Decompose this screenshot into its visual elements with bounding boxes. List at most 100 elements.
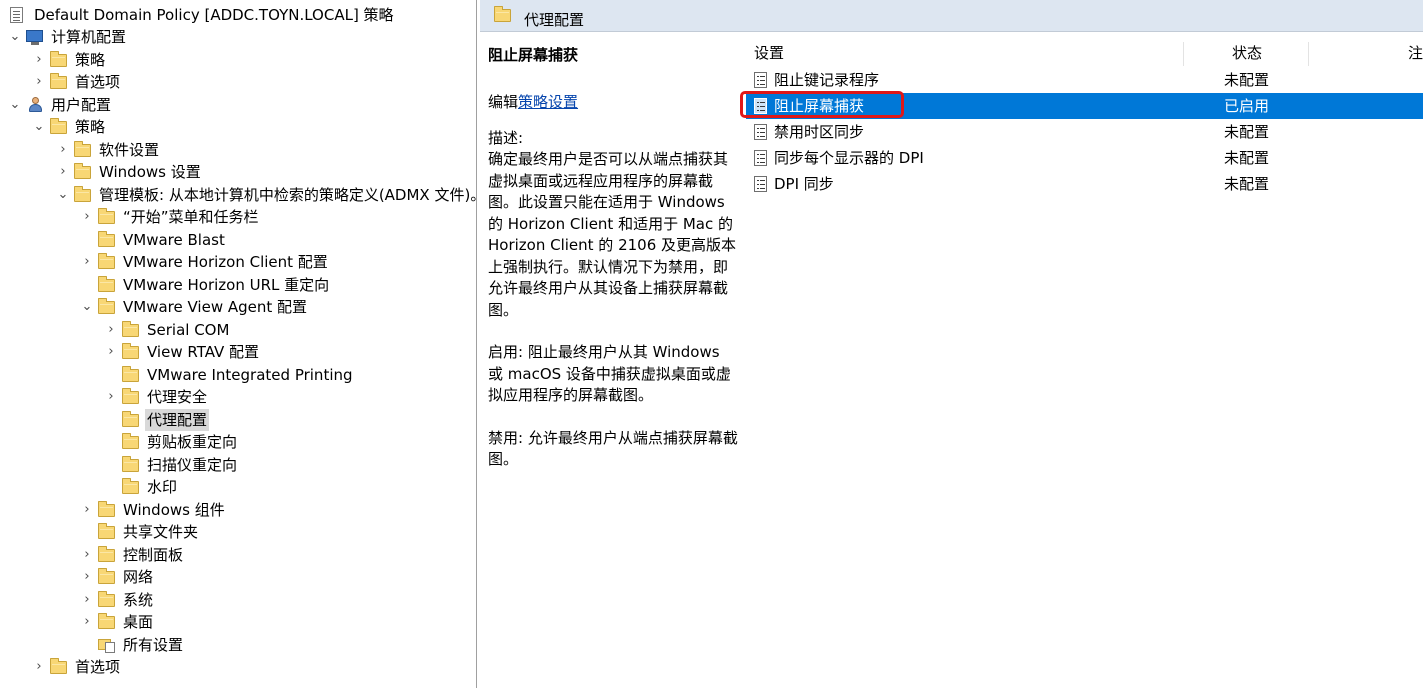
setting-row[interactable]: DPI 同步 未配置 [746,171,1423,197]
tree-item-label: Windows 设置 [99,163,201,181]
chevron-down-icon[interactable]: ⌄ [8,26,22,48]
folder-icon [122,456,140,473]
tree-item-label: 管理模板: 从本地计算机中检索的策略定义(ADMX 文件)。 [99,186,477,204]
chevron-right-icon[interactable]: › [80,206,94,228]
policy-document-icon [8,6,26,23]
folder-icon [98,546,116,563]
folder-icon [74,141,92,158]
folder-icon [494,6,511,22]
console-tree: Default Domain Policy [ADDC.TOYN.LOCAL] … [0,0,477,688]
all-settings-icon [98,636,116,653]
tree-item-label: VMware Horizon URL 重定向 [123,276,330,294]
tree-item-label: 软件设置 [99,141,160,159]
tree-item-label: View RTAV 配置 [147,343,260,361]
column-divider[interactable] [1308,42,1309,66]
edit-policy-setting-link[interactable]: 策略设置 [518,93,578,111]
policy-setting-icon [754,72,767,88]
tree-item-label: 所有设置 [123,636,184,654]
tree-item-label: VMware Horizon Client 配置 [123,253,328,271]
folder-icon [122,321,140,338]
setting-name: 阻止屏幕捕获 [774,97,865,115]
setting-name: 禁用时区同步 [774,123,865,141]
folder-icon [50,73,68,90]
folder-icon [98,591,116,608]
settings-list: 设置 状态 注 阻止键记录程序 未配置 阻止屏幕捕获 已启用 禁用时区同步 未配… [738,32,1423,688]
chevron-right-icon[interactable]: › [80,251,94,273]
tree-item-label: Windows 组件 [123,501,225,519]
folder-icon [98,208,116,225]
setting-state: 未配置 [1224,149,1270,167]
chevron-right-icon[interactable]: › [32,49,46,71]
chevron-down-icon[interactable]: ⌄ [32,116,46,138]
setting-state: 未配置 [1224,175,1270,193]
chevron-right-icon[interactable]: › [80,589,94,611]
folder-icon [122,388,140,405]
list-header: 设置 状态 注 [738,38,1423,68]
tree-item-label: 共享文件夹 [123,523,199,541]
edit-line: 编辑策略设置 [488,92,738,114]
chevron-right-icon[interactable]: › [56,161,70,183]
column-header-comment[interactable]: 注 [1408,38,1423,68]
chevron-right-icon[interactable]: › [32,656,46,678]
folder-icon [98,501,116,518]
setting-row[interactable]: 阻止键记录程序 未配置 [746,67,1423,93]
chevron-right-icon[interactable]: › [104,341,118,363]
setting-name: 同步每个显示器的 DPI [774,149,924,167]
tree-item-label: 控制面板 [123,546,184,564]
description-panel: 阻止屏幕捕获 编辑策略设置 描述: 确定最终用户是否可以从端点捕获其虚拟桌面或远… [480,32,738,688]
chevron-right-icon[interactable]: › [56,139,70,161]
column-header-setting[interactable]: 设置 [754,38,784,68]
chevron-down-icon[interactable]: ⌄ [80,296,94,318]
tree-item-label: 策略 [75,51,106,69]
folder-icon [74,163,92,180]
tree-item-label: 策略 [75,118,106,136]
tree-item-label: 网络 [123,568,154,586]
chevron-right-icon[interactable]: › [80,499,94,521]
user-icon [26,96,44,113]
column-header-state[interactable]: 状态 [1232,38,1262,68]
folder-icon [122,343,140,360]
chevron-right-icon[interactable]: › [104,319,118,341]
tree-item-label: 代理配置 [145,409,210,431]
description-text: 描述: 确定最终用户是否可以从端点捕获其虚拟桌面或远程应用程序的屏幕截图。此设置… [488,128,737,319]
folder-icon [122,411,140,428]
chevron-right-icon[interactable]: › [80,544,94,566]
folder-icon [98,613,116,630]
tree-item-label: 计算机配置 [51,28,127,46]
disabled-text: 禁用: 允许最终用户从端点捕获屏幕截图。 [488,428,738,469]
policy-setting-icon [754,124,767,140]
setting-row-selected[interactable]: 阻止屏幕捕获 已启用 [746,93,1423,119]
folder-icon [98,253,116,270]
tree-item-label: Serial COM [147,321,230,339]
policy-setting-icon [754,150,767,166]
edit-prefix: 编辑 [488,93,519,111]
folder-icon [122,433,140,450]
folder-icon [50,51,68,68]
setting-state: 未配置 [1224,71,1270,89]
enabled-text: 启用: 阻止最终用户从其 Windows 或 macOS 设备中捕获虚拟桌面或虚… [488,343,731,404]
folder-icon [98,231,116,248]
column-divider[interactable] [1183,42,1184,66]
chevron-right-icon[interactable]: › [80,566,94,588]
chevron-right-icon[interactable]: › [80,611,94,633]
setting-row[interactable]: 同步每个显示器的 DPI 未配置 [746,145,1423,171]
details-pane: 代理配置 阻止屏幕捕获 编辑策略设置 描述: 确定最终用户是否可以从端点捕获其虚… [480,0,1423,688]
pane-header: 代理配置 [480,0,1423,32]
chevron-down-icon[interactable]: ⌄ [56,184,70,206]
folder-icon [122,366,140,383]
tree-item-label: 剪贴板重定向 [147,433,238,451]
chevron-down-icon[interactable]: ⌄ [8,94,22,116]
chevron-right-icon[interactable]: › [104,386,118,408]
tree-item-label: 桌面 [123,613,154,631]
setting-title: 阻止屏幕捕获 [488,46,579,64]
tree-item-label: VMware Blast [123,231,225,249]
tree-item-label: 扫描仪重定向 [147,456,238,474]
tree-item-label: 水印 [147,478,178,496]
tree-root-label: Default Domain Policy [ADDC.TOYN.LOCAL] … [34,6,394,24]
chevron-right-icon[interactable]: › [32,71,46,93]
folder-icon [122,478,140,495]
setting-row[interactable]: 禁用时区同步 未配置 [746,119,1423,145]
computer-icon [26,28,44,45]
setting-state: 未配置 [1224,123,1270,141]
folder-icon [98,568,116,585]
